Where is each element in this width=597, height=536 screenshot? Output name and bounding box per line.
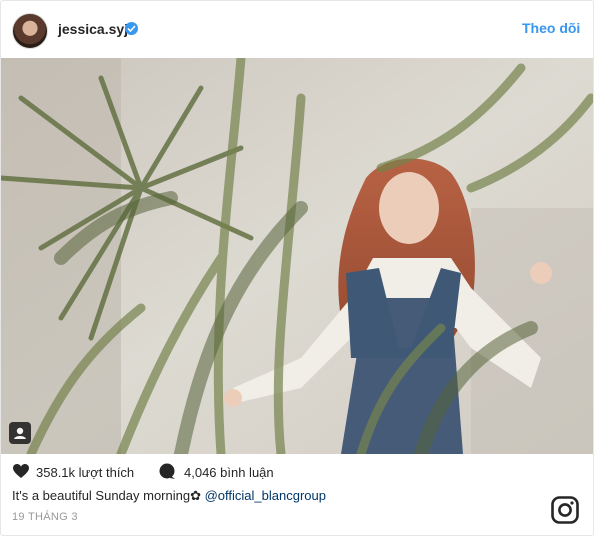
post-actions: 358.1k lượt thích 4,046 bình luận [1, 454, 593, 484]
post-caption: It's a beautiful Sunday morning✿ @offici… [12, 488, 326, 504]
comments-count[interactable]: 4,046 bình luận [184, 465, 274, 480]
post-header: jessica.syj Theo dõi [1, 1, 593, 58]
caption-mention-link[interactable]: @official_blancgroup [205, 488, 326, 503]
likes-count[interactable]: 358.1k lượt thích [36, 465, 134, 480]
instagram-icon[interactable] [551, 496, 579, 524]
heart-icon[interactable] [12, 463, 30, 484]
avatar[interactable] [12, 13, 48, 49]
post-card: jessica.syj Theo dõi 358.1k lượt thích 4… [0, 0, 594, 536]
follow-button[interactable]: Theo dõi [522, 20, 580, 36]
tagged-user-icon[interactable] [9, 422, 31, 444]
caption-text: It's a beautiful Sunday morning✿ [12, 488, 201, 503]
comment-bubble-icon[interactable] [158, 463, 176, 485]
verified-badge-icon [125, 22, 138, 35]
username[interactable]: jessica.syj [58, 21, 128, 37]
post-photo[interactable] [1, 58, 593, 454]
post-date: 19 THÁNG 3 [12, 511, 78, 523]
